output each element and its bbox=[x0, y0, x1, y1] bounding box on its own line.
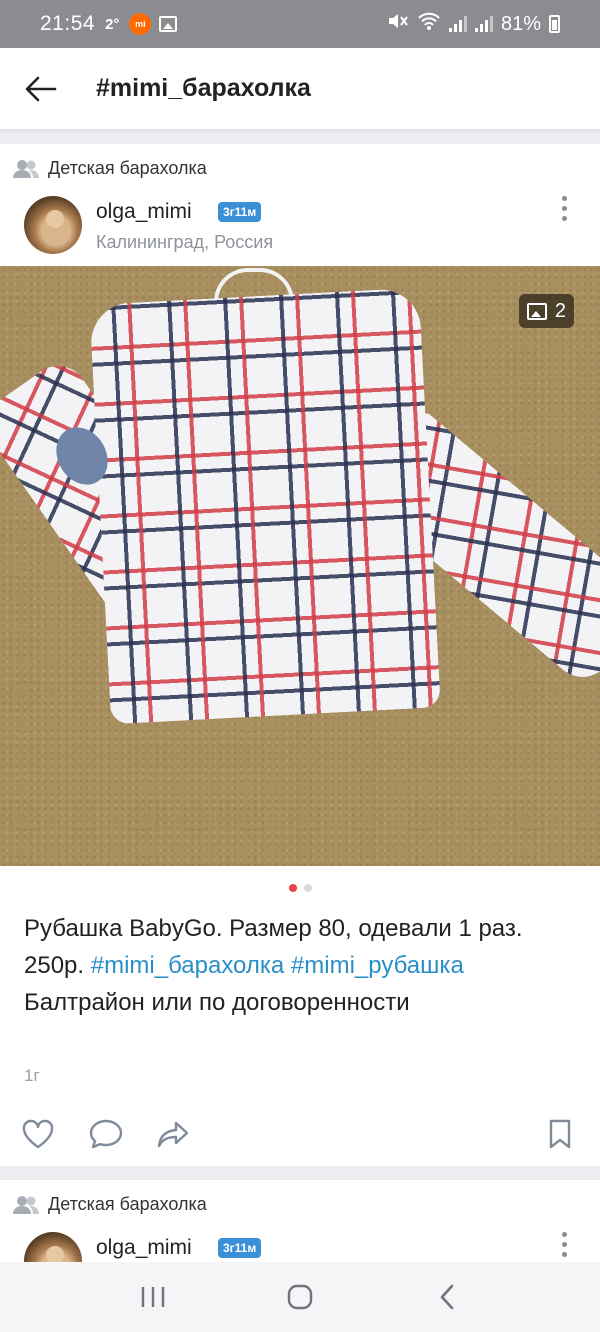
app-header: #mimi_барахолка bbox=[0, 48, 600, 130]
more-options-icon[interactable] bbox=[552, 190, 576, 226]
battery-percent: 81% bbox=[500, 12, 541, 35]
post-card: Детская барахолка olga_mimi 3г11м bbox=[0, 1180, 600, 1262]
mi-notification-icon: mi bbox=[129, 13, 152, 35]
wifi-icon bbox=[417, 11, 441, 37]
status-time: 21:54 bbox=[40, 12, 96, 35]
pager-dot[interactable] bbox=[303, 884, 312, 892]
status-bar: 21:54 2° mi 81% bbox=[0, 0, 600, 48]
author-row: olga_mimi 3г11м bbox=[24, 1231, 584, 1262]
bookmark-icon bbox=[549, 1119, 571, 1149]
group-name: Детская барахолка bbox=[48, 1194, 207, 1214]
avatar[interactable] bbox=[24, 1232, 82, 1262]
post-text-part: Балтрайон или по договоренности bbox=[24, 989, 410, 1016]
post-text-space bbox=[284, 952, 291, 979]
home-icon bbox=[287, 1284, 313, 1310]
hashtag-link[interactable]: #mimi_барахолка bbox=[91, 952, 285, 979]
post-text: Рубашка BabyGo. Размер 80, одевали 1 раз… bbox=[24, 910, 574, 1021]
post-actions bbox=[0, 1112, 600, 1156]
author-name[interactable]: olga_mimi bbox=[96, 1236, 192, 1260]
status-right: 81% bbox=[387, 11, 560, 37]
system-nav-bar bbox=[0, 1262, 600, 1332]
more-options-icon[interactable] bbox=[552, 1226, 576, 1262]
group-icon bbox=[13, 159, 39, 178]
author-name[interactable]: olga_mimi bbox=[96, 200, 192, 224]
arrow-left-icon bbox=[25, 76, 57, 101]
screen: 21:54 2° mi 81% #mimi_барахолка Детская … bbox=[0, 0, 600, 1332]
home-button[interactable] bbox=[270, 1267, 330, 1327]
signal-icon-1 bbox=[448, 16, 467, 32]
age-badge: 3г11м bbox=[218, 202, 262, 222]
author-location: Калининград, Россия bbox=[96, 232, 274, 252]
share-icon bbox=[157, 1121, 189, 1148]
heart-icon bbox=[22, 1119, 54, 1149]
group-link[interactable]: Детская барахолка bbox=[12, 158, 207, 179]
photo-shirt bbox=[89, 287, 441, 725]
bookmark-button[interactable] bbox=[538, 1112, 582, 1156]
post-age: 1г bbox=[24, 1066, 40, 1085]
pager-dot-active[interactable] bbox=[288, 884, 297, 892]
status-temperature: 2° bbox=[105, 15, 120, 33]
gallery-notification-icon bbox=[159, 16, 178, 32]
hashtag-link[interactable]: #mimi_рубашка bbox=[291, 952, 464, 979]
recent-apps-icon bbox=[142, 1287, 165, 1307]
photo-pager bbox=[0, 884, 600, 892]
like-button[interactable] bbox=[16, 1112, 60, 1156]
back-button[interactable] bbox=[0, 48, 82, 130]
avatar[interactable] bbox=[24, 196, 82, 254]
page-title: #mimi_барахолка bbox=[96, 74, 311, 102]
post-card: Детская барахолка olga_mimi 3г11м Калини… bbox=[0, 144, 600, 1166]
group-name: Детская барахолка bbox=[48, 158, 207, 178]
author-row: olga_mimi 3г11м Калининград, Россия bbox=[24, 195, 584, 256]
recent-apps-button[interactable] bbox=[123, 1267, 183, 1327]
image-icon bbox=[526, 302, 547, 320]
post-photo[interactable]: 2 bbox=[0, 266, 600, 866]
battery-icon bbox=[549, 15, 560, 33]
group-icon bbox=[13, 1195, 39, 1214]
photo-count-badge: 2 bbox=[518, 294, 574, 328]
mute-icon bbox=[387, 11, 409, 37]
age-badge: 3г11м bbox=[218, 1238, 262, 1258]
chevron-left-icon bbox=[440, 1284, 453, 1310]
comment-icon bbox=[89, 1119, 123, 1149]
photo-count: 2 bbox=[554, 299, 566, 322]
system-back-button[interactable] bbox=[417, 1267, 477, 1327]
share-button[interactable] bbox=[151, 1112, 195, 1156]
signal-icon-2 bbox=[474, 16, 493, 32]
group-link[interactable]: Детская барахолка bbox=[12, 1194, 207, 1215]
comment-button[interactable] bbox=[84, 1112, 128, 1156]
